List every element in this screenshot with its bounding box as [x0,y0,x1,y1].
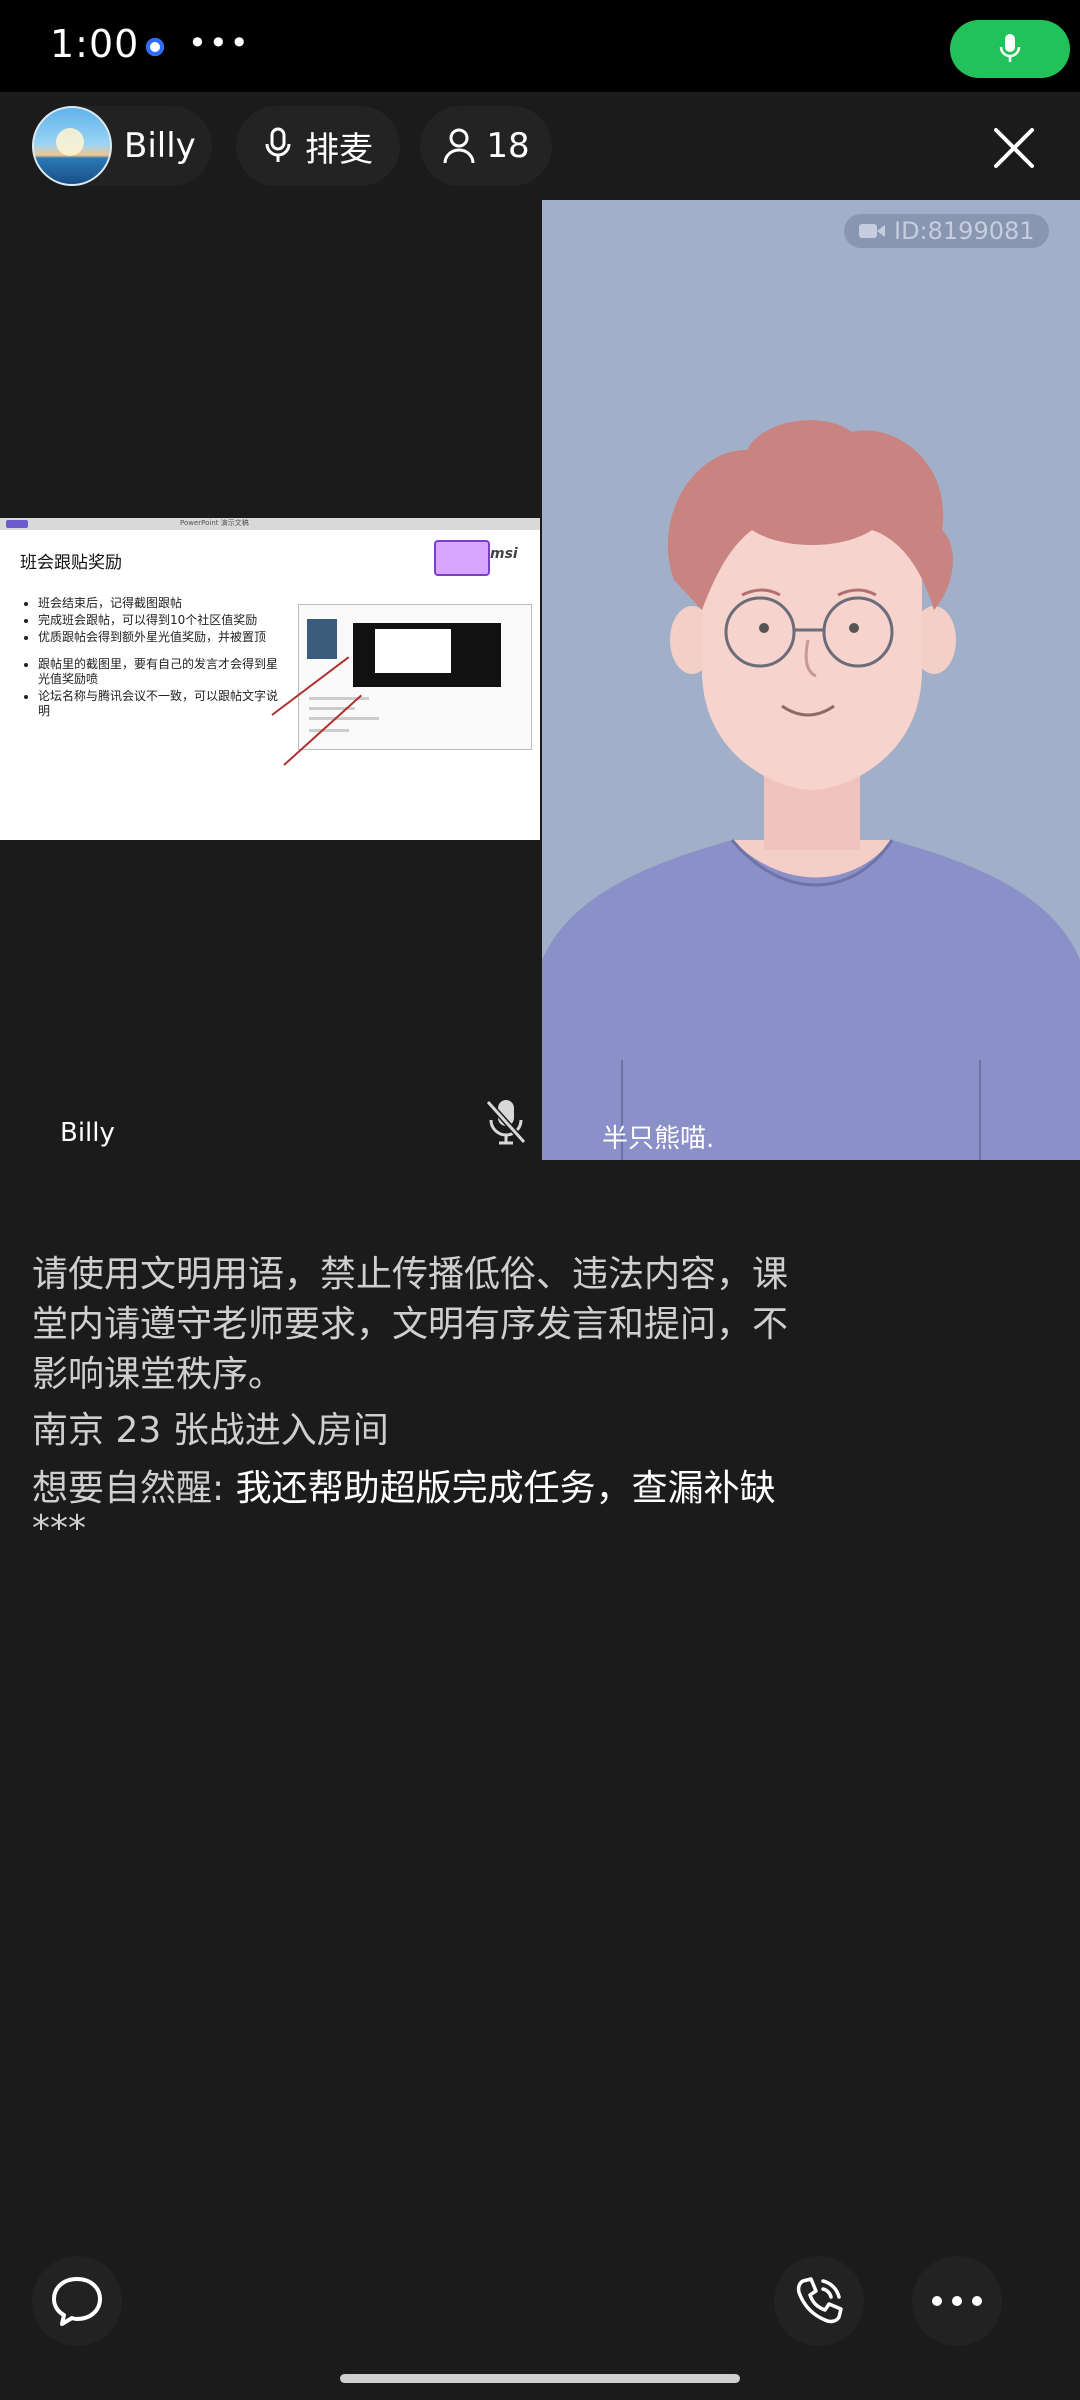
more-options-button[interactable] [912,2256,1002,2346]
room-id-badge: ID:8199081 [844,214,1049,248]
chat-button[interactable] [32,2256,122,2346]
participant-name: Billy [60,1118,115,1148]
slide-logo [434,540,490,576]
message-text: 我还帮助超版完成任务，查漏补缺 [224,1468,776,1509]
participant-count: 18 [486,126,530,166]
microphone-icon [999,34,1021,62]
slide-bullets: 班会结束后，记得截图跟帖 完成班会跟帖，可以得到10个社区值奖励 优质跟帖会得到… [18,596,288,721]
system-notice: 请使用文明用语，禁止传播低俗、违法内容，课堂内请遵守老师要求，文明有序发言和提问… [32,1254,789,1395]
slide-bullet: 班会结束后，记得截图跟帖 [38,596,288,611]
shared-slide: PowerPoint 演示文稿 班会跟贴奖励 msi 班会结束后，记得截图跟帖 … [0,518,540,840]
slide-title: 班会跟贴奖励 [20,553,122,573]
slide-screenshot [298,604,532,750]
avatar-illustration [542,200,1080,1160]
video-tile-billy[interactable]: PowerPoint 演示文稿 班会跟贴奖励 msi 班会结束后，记得截图跟帖 … [0,200,540,1160]
chat-feed: 请使用文明用语，禁止传播低俗、违法内容，课堂内请遵守老师要求，文明有序发言和提问… [32,1250,812,1549]
slide-caption: PowerPoint 演示文稿 [180,519,249,527]
slide-bullet: 完成班会跟帖，可以得到10个社区值奖励 [38,613,288,628]
participants-button[interactable]: 18 [420,106,552,186]
more-status-icon: ••• [188,24,251,62]
close-icon[interactable] [986,120,1042,176]
slide-titlebar: PowerPoint 演示文稿 [0,518,540,530]
msi-logo: msi [490,546,518,562]
video-tile-banzhixiongmiao[interactable]: ID:8199081 半只熊喵. [542,200,1080,1160]
call-button[interactable] [774,2256,864,2346]
phone-icon [796,2277,843,2324]
chat-message: 想要自然醒: 我还帮助超版完成任务，查漏补缺 [32,1464,812,1514]
message-sender: 想要自然醒: [32,1468,225,1509]
avatar [32,106,112,186]
queue-mic-button[interactable]: 排麦 [236,106,400,186]
status-bar: 1:00 ••• [0,0,1080,92]
home-indicator[interactable] [340,2374,740,2383]
slide-bullet: 优质跟帖会得到额外星光值奖励，并被置顶 [38,630,288,645]
host-profile-chip[interactable]: Billy [32,106,212,186]
room-id: ID:8199081 [894,217,1035,245]
slide-bullet: 论坛名称与腾讯会议不一致，可以跟帖文字说明 [38,689,288,719]
masked-message: *** [32,1508,86,1549]
room-header: Billy 排麦 18 [0,92,1080,202]
person-icon [443,128,475,164]
microphone-icon [265,127,291,162]
queue-label: 排麦 [305,129,373,170]
host-name: Billy [124,126,196,166]
join-message: 南京 23 张战进入房间 [32,1410,389,1451]
video-camera-icon [859,224,885,238]
more-icon [932,2296,982,2306]
participant-name: 半只熊喵. [602,1124,715,1154]
slide-bullet: 跟帖里的截图里，要有自己的发言才会得到星光值奖励喷 [38,657,288,687]
mic-muted-icon [485,1099,527,1145]
chat-bubble-icon [52,2277,102,2326]
clock: 1:00 [50,22,140,66]
notification-dot-icon [146,38,164,56]
mic-active-indicator[interactable] [950,20,1070,78]
